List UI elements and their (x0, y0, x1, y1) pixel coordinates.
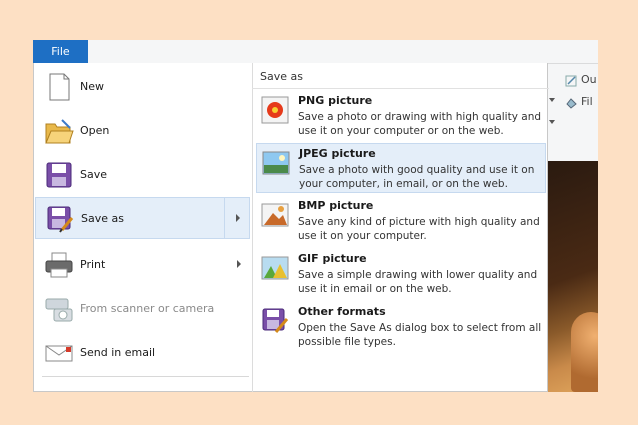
save-jpeg-option[interactable]: JPEG picture Save a photo with good qual… (256, 143, 546, 193)
new-label: New (80, 80, 104, 93)
save-as-icon (45, 204, 75, 234)
jpeg-description: Save a photo with good quality and use i… (299, 164, 535, 190)
outline-icon (565, 74, 578, 87)
divider (42, 376, 249, 377)
jpeg-title: JPEG picture (299, 147, 376, 160)
save-command[interactable]: Save (35, 154, 250, 196)
print-command[interactable]: Print (35, 244, 250, 286)
png-description: Save a photo or drawing with high qualit… (298, 111, 542, 137)
chevron-right-icon (236, 214, 240, 222)
save-bmp-option[interactable]: BMP picture Save any kind of picture wit… (256, 196, 546, 246)
envelope-icon (44, 338, 74, 368)
canvas-photo-detail (571, 312, 598, 392)
fill-button[interactable]: Fil (565, 95, 598, 111)
send-email-label: Send in email (80, 346, 156, 359)
open-label: Open (80, 124, 110, 137)
save-png-option[interactable]: PNG picture Save a photo or drawing with… (256, 91, 546, 141)
gif-title: GIF picture (298, 252, 367, 265)
fill-icon (565, 96, 578, 109)
file-menu: New Open Save Save as Print From scanner… (33, 63, 549, 392)
gif-picture-icon (261, 254, 289, 282)
print-label: Print (80, 258, 106, 271)
save-as-expand[interactable] (224, 198, 249, 238)
new-command[interactable]: New (35, 66, 250, 108)
submenu-heading: Save as (260, 70, 303, 83)
printer-icon (44, 250, 74, 280)
scanner-camera-icon (44, 294, 74, 324)
save-label: Save (80, 168, 108, 181)
divider (252, 88, 549, 89)
save-other-formats-option[interactable]: Other formats Open the Save As dialog bo… (256, 302, 546, 352)
gif-description: Save a simple drawing with lower quality… (298, 269, 538, 295)
from-scanner-label: From scanner or camera (80, 302, 215, 315)
outline-label: Ou (581, 73, 597, 86)
bmp-description: Save any kind of picture with high quali… (298, 216, 540, 242)
open-folder-icon (44, 116, 74, 146)
outline-button[interactable]: Ou (565, 73, 598, 89)
chevron-right-icon (237, 260, 241, 268)
jpeg-picture-icon (262, 149, 290, 177)
file-menu-commands: New Open Save Save as Print From scanner… (34, 63, 253, 392)
bmp-picture-icon (261, 201, 289, 229)
paint-window: File Ou Fil New Open Save Save as Print … (33, 40, 598, 392)
other-formats-title: Other formats (298, 305, 386, 318)
save-as-command[interactable]: Save as (35, 197, 250, 239)
send-email-command[interactable]: Send in email (35, 332, 250, 374)
bmp-title: BMP picture (298, 199, 374, 212)
floppy-disk-icon (44, 160, 74, 190)
chevron-down-icon[interactable] (549, 98, 555, 102)
open-command[interactable]: Open (35, 110, 250, 152)
file-tab[interactable]: File (33, 40, 88, 63)
save-as-label: Save as (81, 212, 124, 225)
save-gif-option[interactable]: GIF picture Save a simple drawing with l… (256, 249, 546, 299)
other-formats-description: Open the Save As dialog box to select fr… (298, 322, 542, 348)
fill-label: Fil (581, 95, 593, 108)
save-as-submenu: Save as PNG picture Save a photo or draw… (252, 63, 549, 392)
png-picture-icon (261, 96, 289, 124)
png-title: PNG picture (298, 94, 373, 107)
save-as-icon (261, 307, 289, 335)
from-scanner-command[interactable]: From scanner or camera (35, 288, 250, 330)
new-document-icon (44, 72, 74, 102)
chevron-down-icon[interactable] (549, 120, 555, 124)
ribbon-tab-bar: File (33, 40, 598, 64)
